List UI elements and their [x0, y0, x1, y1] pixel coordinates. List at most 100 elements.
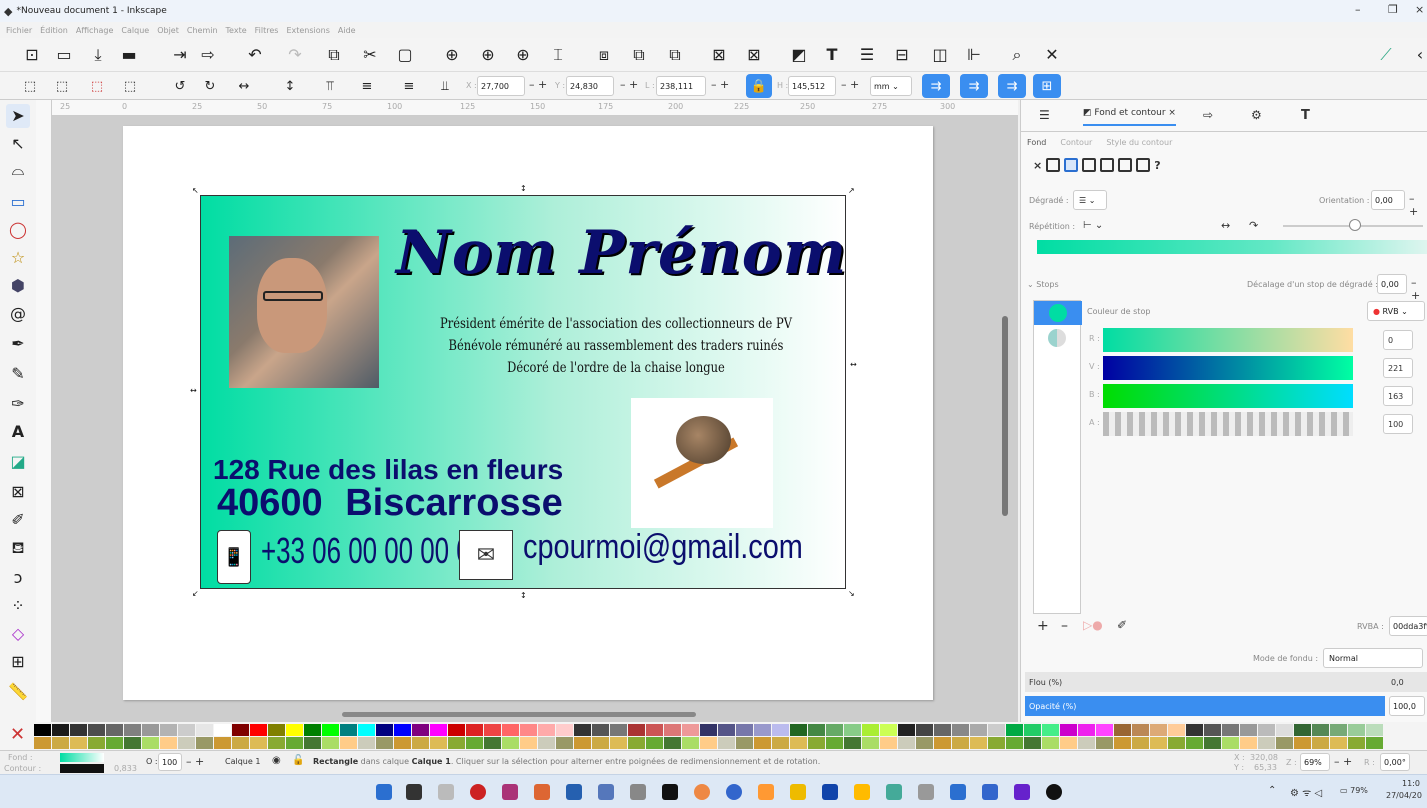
palette-swatch[interactable] [1258, 737, 1275, 749]
palette-swatch[interactable] [1132, 737, 1149, 749]
blend-mode-select[interactable]: Normal [1323, 648, 1423, 668]
layer-select[interactable]: Calque 1 [225, 757, 260, 766]
app-icon[interactable] [726, 784, 742, 800]
palette-swatch[interactable] [304, 724, 321, 736]
palette-swatch[interactable] [772, 724, 789, 736]
palette-swatch[interactable] [574, 737, 591, 749]
palette-swatch[interactable] [1348, 737, 1365, 749]
palette-swatch[interactable] [412, 737, 429, 749]
tweak-tool-icon[interactable]: ⌓ [6, 158, 30, 182]
3d-box-tool-icon[interactable]: ⬢ [6, 274, 30, 298]
palette-swatch[interactable] [466, 737, 483, 749]
blue-input[interactable]: 163 [1383, 386, 1413, 406]
palette-swatch[interactable] [862, 724, 879, 736]
menu-path[interactable]: Chemin [187, 26, 218, 35]
menu-edit[interactable]: Édition [40, 26, 68, 35]
palette-swatch[interactable] [142, 724, 159, 736]
menu-text[interactable]: Texte [226, 26, 247, 35]
pencil-tool-icon[interactable]: ✎ [6, 362, 30, 386]
horizontal-scrollbar[interactable] [342, 712, 696, 717]
undo-icon[interactable]: ↶ [243, 43, 267, 67]
palette-swatch[interactable] [196, 724, 213, 736]
no-paint-button[interactable]: × [1033, 159, 1042, 172]
palette-swatch[interactable] [970, 724, 987, 736]
app-icon[interactable] [822, 784, 838, 800]
start-icon[interactable] [376, 784, 392, 800]
app-icon[interactable] [534, 784, 550, 800]
palette-swatch[interactable] [466, 724, 483, 736]
rotate-gradient-icon[interactable]: ↷ [1249, 219, 1258, 232]
business-card-rectangle[interactable]: Nom Prénom Président émérite de l'associ… [200, 195, 846, 589]
resize-handle[interactable]: ↙ [192, 589, 199, 598]
tray-icons[interactable]: ⚙ ᯤ ◁ [1290, 785, 1322, 799]
envelope-icon[interactable]: ✉ [459, 530, 513, 580]
rotate-ccw-icon[interactable]: ↺ [168, 74, 192, 98]
palette-swatch[interactable] [646, 724, 663, 736]
zoom-input[interactable]: 69% [1300, 753, 1330, 771]
y-increment-button[interactable]: – + [620, 78, 638, 91]
angle-slider-knob[interactable] [1349, 219, 1361, 231]
menu-view[interactable]: Affichage [76, 26, 114, 35]
radial-gradient-button[interactable] [1082, 158, 1097, 172]
palette-swatch[interactable] [106, 724, 123, 736]
save-icon[interactable]: ⤓ [86, 43, 110, 67]
palette-swatch[interactable] [754, 737, 771, 749]
palette-swatch[interactable] [70, 737, 87, 749]
document-properties-icon[interactable]: ◫ [928, 43, 952, 67]
status-opacity-stepper[interactable]: – + [186, 755, 204, 768]
selector-tool-icon[interactable]: ➤ [6, 104, 30, 128]
card-title-line[interactable]: Décoré de l'ordre de la chaise longue [432, 360, 801, 376]
snap-icon[interactable]: ⟋ [1374, 43, 1398, 67]
palette-swatch[interactable] [376, 724, 393, 736]
measure-tool-icon[interactable]: 📏 [6, 680, 30, 704]
palette-swatch[interactable] [790, 724, 807, 736]
red-slider[interactable] [1103, 328, 1353, 352]
color-mode-select[interactable]: ● RVB ⌄ [1367, 301, 1425, 321]
menu-layer[interactable]: Calque [121, 26, 149, 35]
close-button[interactable]: × [1415, 3, 1424, 16]
resize-handle[interactable]: ↗ [848, 186, 855, 195]
reverse-gradient-icon[interactable]: ↔ [1221, 219, 1230, 232]
resize-handle[interactable]: ↔ [850, 360, 857, 369]
resize-handle[interactable]: ↖ [192, 186, 199, 195]
paint-bucket-tool-icon[interactable]: ⛾ [6, 536, 30, 560]
opacity-input[interactable]: 100,0 [1389, 696, 1425, 716]
palette-swatch[interactable] [736, 737, 753, 749]
palette-swatch[interactable] [484, 724, 501, 736]
palette-swatch[interactable] [70, 724, 87, 736]
palette-swatch[interactable] [106, 737, 123, 749]
palette-swatch[interactable] [430, 737, 447, 749]
palette-swatch[interactable] [1240, 724, 1257, 736]
phone-icon[interactable]: 📱 [217, 530, 251, 584]
palette-swatch[interactable] [268, 724, 285, 736]
palette-swatch[interactable] [592, 724, 609, 736]
palette-swatch[interactable] [520, 737, 537, 749]
transform-gradients-icon[interactable]: ⇉ [998, 74, 1026, 98]
palette-swatch[interactable] [1006, 737, 1023, 749]
subtab-stroke-style[interactable]: Style du contour [1106, 138, 1172, 147]
green-input[interactable]: 221 [1383, 358, 1413, 378]
circle-tool-icon[interactable]: ◯ [6, 218, 30, 242]
stop-nav-icon[interactable]: ▷● [1083, 618, 1103, 632]
subtab-stroke[interactable]: Contour [1060, 138, 1092, 147]
palette-swatch[interactable] [214, 737, 231, 749]
palette-swatch[interactable] [1096, 724, 1113, 736]
palette-swatch[interactable] [1078, 724, 1095, 736]
palette-swatch[interactable] [628, 737, 645, 749]
palette-swatch[interactable] [1042, 724, 1059, 736]
zoom-drawing-icon[interactable]: ⊕ [476, 43, 500, 67]
raise-top-icon[interactable]: ⫪ [318, 74, 342, 98]
zoom-selection-icon[interactable]: ⊕ [440, 43, 464, 67]
add-stop-icon[interactable]: + [1037, 618, 1049, 634]
menu-extensions[interactable]: Extensions [286, 26, 329, 35]
raise-icon[interactable]: ≡ [355, 74, 379, 98]
redo-icon[interactable]: ↷ [283, 43, 307, 67]
palette-swatch[interactable] [880, 737, 897, 749]
palette-swatch[interactable] [250, 724, 267, 736]
palette-swatch[interactable] [826, 737, 843, 749]
palette-swatch[interactable] [232, 737, 249, 749]
palette-swatch[interactable] [394, 724, 411, 736]
open-icon[interactable]: ▭ [52, 43, 76, 67]
rgba-input[interactable]: 00dda3ff [1389, 616, 1427, 636]
palette-swatch[interactable] [178, 724, 195, 736]
